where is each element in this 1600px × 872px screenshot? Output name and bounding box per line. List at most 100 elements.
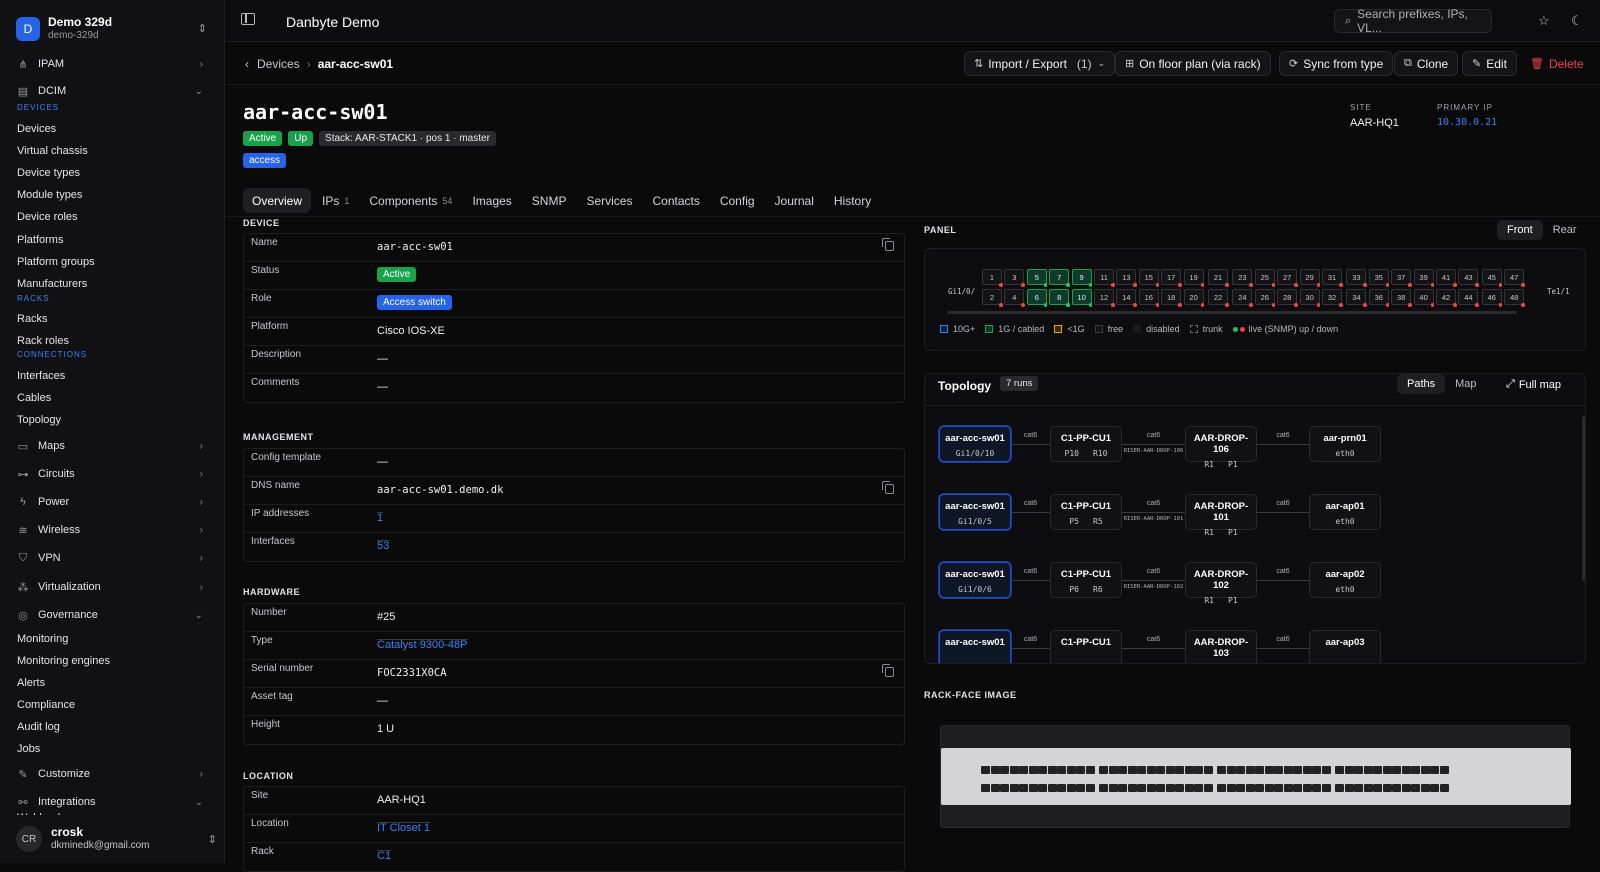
rj45-jack-image [1175,784,1184,792]
topology-node-end[interactable]: aar-prn01 eth0 [1309,426,1381,462]
panel-scrollbar[interactable] [947,311,1517,314]
topology-node-sw[interactable]: aar-acc-sw01 Gi1/0/5 [939,494,1011,530]
sidebar-item-governance[interactable]: ◎ Governance ⌄ [0,605,225,625]
user-menu[interactable]: CR crosk dkminedk@gmail.com ⇕ [0,815,225,863]
sidebar-item-platforms[interactable]: Platforms [0,230,225,250]
topology-node-pp[interactable]: C1-PP-CU1 P6 R6 [1050,562,1122,598]
edit-button[interactable]: ✎ Edit [1462,51,1517,76]
sidebar-item-alerts[interactable]: Alerts [0,673,225,693]
property-label: Type [251,635,273,646]
sidebar-item-dcim[interactable]: ▤ DCIM ⌄ [0,81,225,101]
topology-node-pp[interactable]: C1-PP-CU1 P5 R5 [1050,494,1122,530]
import-export-button[interactable]: ⇅ Import / Export (1) ⌄ [964,51,1116,76]
sidebar-item-device-types[interactable]: Device types [0,163,225,183]
tab-overview[interactable]: Overview [243,188,312,213]
tab-images[interactable]: Images [463,188,520,213]
sidebar-item-ipam[interactable]: ⋔ IPAM › [0,54,225,74]
tab-services[interactable]: Services [577,188,641,213]
tab-history[interactable]: History [825,188,880,213]
property-value[interactable]: C1 [377,850,392,862]
cable-label: cat6 [1023,432,1038,439]
sidebar-item-virtual-chassis[interactable]: Virtual chassis [0,141,225,161]
rear-toggle[interactable]: Rear [1543,220,1587,240]
property-value[interactable]: IT Closet 1 [377,822,430,834]
sidebar-item-devices[interactable]: Devices [0,119,225,139]
front-toggle[interactable]: Front [1497,220,1543,240]
property-value[interactable]: Catalyst 9300-48P [377,639,468,651]
sidebar-item-wireless[interactable]: ≋ Wireless › [0,520,225,540]
topology-node-end[interactable]: aar-ap02 eth0 [1309,562,1381,598]
copy-icon[interactable] [882,481,894,494]
floor-plan-button[interactable]: ⊞ On floor plan (via rack) [1115,51,1271,76]
sidebar-item-module-types[interactable]: Module types [0,185,225,205]
property-value[interactable]: 53 [377,540,390,552]
topology-scrollbar[interactable] [1582,416,1585,581]
sidebar-item-monitoring[interactable]: Monitoring [0,629,225,649]
sidebar-item-cables[interactable]: Cables [0,388,225,408]
full-map-button[interactable]: ⤢ Full map [1506,378,1561,391]
sync-from-type-button[interactable]: ⟳ Sync from type [1279,51,1394,76]
site-label: SITE [1350,103,1372,112]
sidebar-item-maps[interactable]: ▭ Maps › [0,436,225,456]
search-input[interactable]: ⌕ Search prefixes, IPs, VL... [1334,7,1492,35]
sidebar-item-label: Virtual chassis [17,145,88,157]
topology-node-sw[interactable]: aar-acc-sw01 [939,630,1011,663]
topology-node-sw[interactable]: aar-acc-sw01 Gi1/0/6 [939,562,1011,598]
topology-node-end[interactable]: aar-ap01 eth0 [1309,494,1381,530]
tab-contacts[interactable]: Contacts [643,188,708,213]
sidebar-item-vpn[interactable]: ⛉ VPN › [0,548,225,568]
sidebar-toggle-icon[interactable] [241,13,255,25]
org-switcher[interactable]: D Demo 329d demo-329d ⇕ [10,10,215,48]
map-toggle[interactable]: Map [1445,374,1486,394]
sidebar-item-audit-log[interactable]: Audit log [0,717,225,737]
tab-journal[interactable]: Journal [766,188,823,213]
sidebar-item-compliance[interactable]: Compliance [0,695,225,715]
sidebar-item-interfaces[interactable]: Interfaces [0,366,225,386]
topology-node-sw[interactable]: aar-acc-sw01 Gi1/0/10 [939,426,1011,462]
sidebar-item-platform-groups[interactable]: Platform groups [0,252,225,272]
breadcrumb-parent[interactable]: Devices [257,57,300,71]
property-label: Location [251,818,289,829]
topology-node-pp[interactable]: C1-PP-CU1 [1050,630,1122,663]
sidebar-item-manufacturers[interactable]: Manufacturers [0,274,225,294]
primary-ip-value[interactable]: 10.30.0.21 [1437,117,1497,128]
sidebar-item-label: IPAM [38,58,65,70]
back-icon[interactable]: ‹ [245,57,249,71]
clone-button[interactable]: ⧉ Clone [1394,51,1459,76]
delete-button[interactable]: 🗑 Delete [1520,51,1594,76]
sidebar-item-device-roles[interactable]: Device roles [0,207,225,227]
topology-node-drop[interactable]: AAR-DROP-101 R1 P1 [1185,494,1257,537]
sidebar-item-power[interactable]: ϟ Power › [0,492,225,512]
topology-node-drop[interactable]: AAR-DROP-106 R1 P1 [1185,426,1257,469]
sidebar-item-monitoring-engines[interactable]: Monitoring engines [0,651,225,671]
sidebar-item-jobs[interactable]: Jobs [0,739,225,759]
star-icon[interactable]: ☆ [1538,13,1550,29]
org-name: Demo 329d [48,15,113,29]
tab-ips[interactable]: IPs 1 [313,188,358,213]
site-value[interactable]: AAR-HQ1 [1350,117,1399,129]
copy-icon[interactable] [882,238,894,251]
sidebar-item-racks[interactable]: Racks [0,309,225,329]
tab-components[interactable]: Components 54 [360,188,461,213]
topology-node-drop[interactable]: AAR-DROP-103 [1185,630,1257,663]
theme-toggle-icon[interactable]: ☾ [1571,13,1583,29]
rj45-jack-image [1373,784,1382,792]
port-link-dot [1043,283,1048,287]
sidebar-item-virtualization[interactable]: ⁂ Virtualization › [0,577,225,597]
page-title: aar-acc-sw01 [243,100,388,124]
tab-config[interactable]: Config [711,188,764,213]
sidebar-item-webhooks[interactable]: Webhooks [0,808,225,815]
paths-toggle[interactable]: Paths [1397,374,1446,394]
sidebar-item-topology[interactable]: Topology [0,410,225,430]
topology-node-end[interactable]: aar-ap03 [1309,630,1381,663]
property-value[interactable]: 1 [377,512,384,524]
topology-node-drop[interactable]: AAR-DROP-102 R1 P1 [1185,562,1257,605]
sidebar-item-circuits[interactable]: ⊶ Circuits › [0,464,225,484]
sidebar-item-label: Platform groups [17,256,95,268]
tab-snmp[interactable]: SNMP [523,188,576,213]
topology-node-pp[interactable]: C1-PP-CU1 P10 R10 [1050,426,1122,462]
sidebar-item-rack-roles[interactable]: Rack roles [0,331,225,351]
tag-badge[interactable]: access [243,153,287,168]
sidebar-item-customize[interactable]: ✎ Customize › [0,764,225,784]
copy-icon[interactable] [882,664,894,677]
